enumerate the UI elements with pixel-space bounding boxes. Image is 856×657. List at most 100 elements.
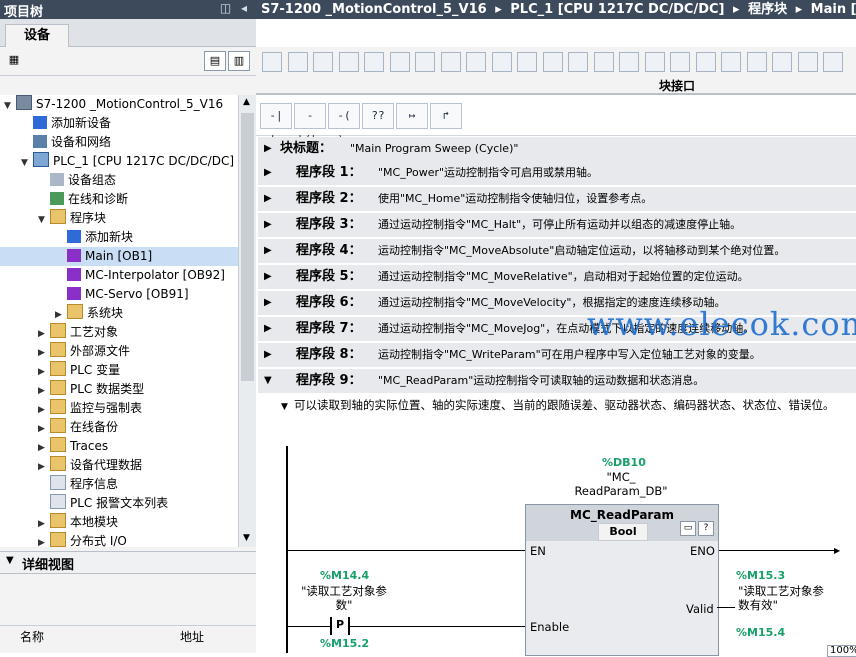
breadcrumb-main[interactable]: Main [OB1] bbox=[811, 2, 856, 17]
network-comment[interactable]: 通过运动控制指令"MC_Halt"，可停止所有运动并以组态的减速度停止轴。 bbox=[378, 213, 741, 237]
monitor-icon[interactable] bbox=[695, 52, 716, 72]
network-comment[interactable]: 使用"MC_Home"运动控制指令使轴归位，设置参考点。 bbox=[378, 187, 652, 211]
network-comment[interactable]: "MC_Power"运动控制指令可启用或禁用轴。 bbox=[378, 161, 598, 185]
m144-name-2[interactable]: 数" bbox=[294, 598, 394, 612]
close-branch-icon[interactable]: ↱ bbox=[430, 103, 462, 129]
network-row[interactable]: ▶ 程序段 5： 通过运动控制指令"MC_MoveRelative"，启动相对于起始… bbox=[258, 265, 856, 290]
go-to-icon[interactable] bbox=[364, 52, 384, 72]
tree-item[interactable]: ▶ 监控与强制表 bbox=[0, 399, 238, 418]
delete-network-icon[interactable] bbox=[287, 52, 308, 72]
block-info-icon[interactable]: ▭ bbox=[680, 521, 696, 536]
tree-item[interactable]: ▶ PLC 数据类型 bbox=[0, 380, 238, 399]
view-icon[interactable] bbox=[797, 52, 818, 72]
network-comment[interactable]: "MC_ReadParam"运动控制指令可读取轴的运动数据和状态消息。 bbox=[378, 369, 704, 393]
tree-scrollbar[interactable]: ▲ ▼ bbox=[238, 95, 256, 547]
db-name-2[interactable]: ReadParam_DB" bbox=[571, 484, 671, 498]
detail-view-icon[interactable]: ▥ bbox=[228, 51, 250, 71]
expand-right-icon[interactable]: ▶ bbox=[38, 534, 50, 547]
tree-item[interactable]: MC-Interpolator [OB92] bbox=[0, 266, 238, 285]
expand-icon[interactable]: ▶ bbox=[264, 137, 272, 161]
network-comment-icon[interactable] bbox=[644, 52, 665, 72]
show-comment-icon[interactable] bbox=[440, 52, 461, 72]
tree-item[interactable]: ▼ 程序块 bbox=[0, 209, 238, 228]
expand-icon[interactable]: ▶ bbox=[264, 239, 272, 263]
tree-item[interactable]: ▶ 设备代理数据 bbox=[0, 456, 238, 475]
open-all-icon[interactable] bbox=[517, 52, 537, 72]
block-type-select[interactable]: Bool bbox=[598, 523, 648, 541]
network9-description[interactable]: 可以读取到轴的实际位置、轴的实际速度、当前的跟随误差、驱动器状态、编码器状态、状… bbox=[294, 398, 854, 413]
insert-network-icon[interactable] bbox=[262, 52, 282, 72]
tree-item[interactable]: ▶ 外部源文件 bbox=[0, 342, 238, 361]
open-branch-icon[interactable]: ↦ bbox=[396, 103, 428, 129]
tree-scroll-thumb[interactable] bbox=[241, 113, 254, 381]
network-row[interactable]: ▼ 程序段 9： "MC_ReadParam"运动控制指令可读取轴的运动数据和状态消… bbox=[258, 369, 856, 394]
tree-item[interactable]: ▶ 工艺对象 bbox=[0, 323, 238, 342]
block-interface-bar[interactable]: 块接口 bbox=[256, 75, 856, 94]
block-help-icon[interactable]: ? bbox=[698, 521, 714, 536]
insert-row-icon[interactable] bbox=[313, 52, 333, 72]
scroll-down-icon[interactable]: ▼ bbox=[243, 533, 250, 543]
zoom-in-icon[interactable] bbox=[466, 52, 486, 72]
address-display-icon[interactable] bbox=[593, 52, 614, 72]
breadcrumb-project[interactable]: S7-1200 _MotionControl_5_V16 bbox=[261, 2, 487, 17]
tree-item[interactable]: PLC 报警文本列表 bbox=[0, 494, 238, 513]
network-row[interactable]: ▶ 程序段 8： 运动控制指令"MC_WriteParam"可在用户程序中写入定位轴… bbox=[258, 343, 856, 368]
scroll-up-icon[interactable]: ▲ bbox=[243, 97, 250, 107]
tree-item[interactable]: 设备组态 bbox=[0, 171, 238, 190]
breadcrumb-plc[interactable]: PLC_1 [CPU 1217C DC/DC/DC] bbox=[510, 2, 724, 17]
expand-icon[interactable]: ▶ bbox=[264, 343, 272, 367]
close-all-icon[interactable] bbox=[542, 52, 563, 72]
network-comment[interactable]: 运动控制指令"MC_WriteParam"可在用户程序中写入定位轴工艺对象的变量… bbox=[378, 343, 761, 367]
pin-icon[interactable] bbox=[823, 52, 843, 72]
show-favorites-icon[interactable] bbox=[389, 52, 410, 72]
db-name-1[interactable]: "MC_ bbox=[571, 470, 671, 484]
expand-icon[interactable]: ▶ bbox=[264, 161, 272, 185]
tree-item[interactable]: 设备和网络 bbox=[0, 133, 238, 152]
network-comment[interactable]: 运动控制指令"MC_MoveAbsolute"启动轴定位运动，以将轴移动到某个绝… bbox=[378, 239, 785, 263]
tab-devices[interactable]: 设备 bbox=[5, 24, 69, 47]
comment-icon[interactable] bbox=[568, 52, 588, 72]
block-title-row[interactable]: ▶ 块标题： "Main Program Sweep (Cycle)" bbox=[258, 137, 856, 162]
zoom-out-icon[interactable] bbox=[491, 52, 512, 72]
nc-contact-icon[interactable]: -|/|- bbox=[294, 103, 326, 146]
symbol-display-icon[interactable] bbox=[619, 52, 639, 72]
tree-item[interactable]: ▶ PLC 变量 bbox=[0, 361, 238, 380]
collapse-icon[interactable]: ▼ bbox=[264, 369, 272, 393]
empty-box-icon[interactable]: ?? bbox=[362, 103, 394, 129]
network-row[interactable]: ▶ 程序段 1： "MC_Power"运动控制指令可启用或禁用轴。 bbox=[258, 161, 856, 186]
tree-item[interactable]: ▶ Traces bbox=[0, 437, 238, 456]
tree-item[interactable]: ▶ 分布式 I/O bbox=[0, 532, 238, 547]
tree-item[interactable]: ▼ PLC_1 [CPU 1217C DC/DC/DC] bbox=[0, 152, 238, 171]
expand-icon[interactable]: ▶ bbox=[264, 291, 272, 315]
add-row-icon[interactable] bbox=[338, 52, 359, 72]
tree-item[interactable]: 添加新设备 bbox=[0, 114, 238, 133]
block-title-comment[interactable]: "Main Program Sweep (Cycle)" bbox=[350, 137, 518, 161]
absolute-address-icon[interactable] bbox=[415, 52, 435, 72]
positive-edge-contact[interactable]: P bbox=[336, 618, 344, 631]
detail-view-header[interactable]: ▼ 详细视图 bbox=[0, 551, 256, 574]
zoom-level[interactable]: 100% bbox=[827, 645, 856, 657]
tree-item[interactable]: ▶ 本地模块 bbox=[0, 513, 238, 532]
coil-icon[interactable]: -( )- bbox=[328, 103, 360, 146]
tree-item[interactable]: ▶ 系统块 bbox=[0, 304, 238, 323]
m153-name-2[interactable]: 数有效" bbox=[718, 598, 798, 612]
m153-name-1[interactable]: "读取工艺对象参 bbox=[726, 584, 836, 598]
stop-monitor-icon[interactable] bbox=[721, 52, 741, 72]
m144-name-1[interactable]: "读取工艺对象参 bbox=[294, 584, 394, 598]
network-row[interactable]: ▶ 程序段 4： 运动控制指令"MC_MoveAbsolute"启动轴定位运动，以将… bbox=[258, 239, 856, 264]
column-address[interactable]: 地址 bbox=[180, 628, 204, 645]
tree-item[interactable]: ▶ 在线备份 bbox=[0, 418, 238, 437]
new-project-icon[interactable]: ▦ bbox=[4, 51, 24, 69]
expand-icon[interactable]: ▶ bbox=[264, 187, 272, 211]
breadcrumb-program-blocks[interactable]: 程序块 bbox=[748, 2, 787, 17]
table-view-icon[interactable]: ▤ bbox=[204, 51, 226, 71]
column-name[interactable]: 名称 bbox=[20, 628, 44, 645]
collapse-arrow-icon[interactable]: ▼ bbox=[6, 555, 14, 566]
mc-readparam-block[interactable]: MC_ReadParam Bool ▭ ? EN ENO Enable Vali… bbox=[525, 504, 719, 656]
expand-icon[interactable]: ▶ bbox=[264, 213, 272, 237]
tree-item[interactable]: ▼ S7-1200 _MotionControl_5_V16 bbox=[0, 95, 238, 114]
tree-item[interactable]: 程序信息 bbox=[0, 475, 238, 494]
compare-icon[interactable] bbox=[746, 52, 767, 72]
panel-pin-icon[interactable]: ◫ ◂ bbox=[220, 1, 250, 15]
favorites-icon[interactable] bbox=[670, 52, 690, 72]
